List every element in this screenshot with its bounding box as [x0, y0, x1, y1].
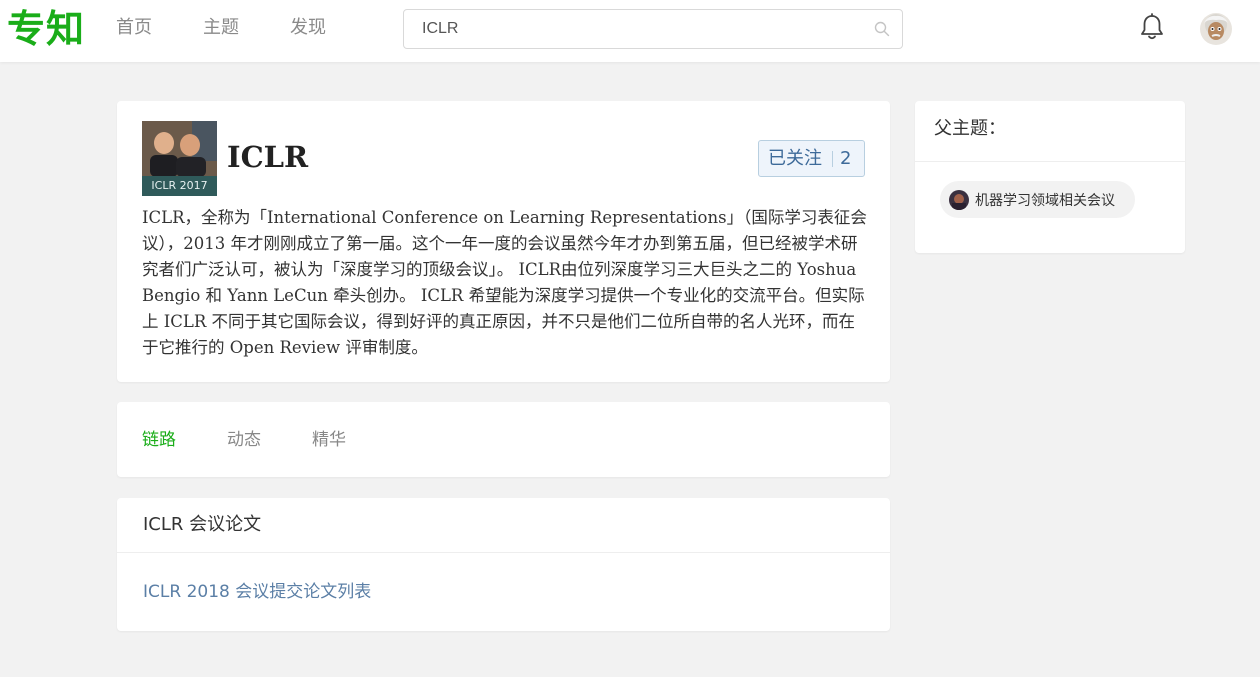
topic-thumbnail: ICLR 2017: [142, 121, 217, 196]
follow-label: 已关注: [768, 148, 822, 169]
follow-separator: [832, 150, 833, 167]
parent-topic-chip[interactable]: 机器学习领域相关会议: [940, 181, 1135, 218]
site-logo[interactable]: 专知: [7, 6, 85, 52]
parent-topic-card: 父主题： 机器学习领域相关会议: [915, 101, 1185, 253]
papers-list-link[interactable]: ICLR 2018 会议提交论文列表: [143, 580, 371, 604]
search-icon[interactable]: [874, 21, 890, 37]
tabs-card: 链路 动态 精华: [117, 402, 890, 477]
search-input[interactable]: [422, 10, 862, 48]
divider: [117, 552, 890, 553]
papers-card: ICLR 会议论文 ICLR 2018 会议提交论文列表: [117, 498, 890, 631]
follow-button[interactable]: 已关注 2: [758, 140, 865, 177]
tab-links[interactable]: 链路: [142, 428, 176, 452]
top-header: 专知 首页 主题 发现: [0, 0, 1260, 62]
nav-home[interactable]: 首页: [116, 16, 152, 40]
nav-topics[interactable]: 主题: [203, 16, 239, 40]
topic-title: ICLR: [227, 140, 309, 174]
topic-description: ICLR，全称为「International Conference on Lea…: [142, 208, 867, 357]
tab-activity[interactable]: 动态: [227, 428, 261, 452]
parent-topic-avatar: [949, 189, 969, 210]
user-avatar-image: [1200, 13, 1232, 45]
tab-featured[interactable]: 精华: [312, 428, 346, 452]
divider: [915, 161, 1185, 162]
parent-topic-label: 机器学习领域相关会议: [975, 192, 1115, 209]
topic-card: ICLR 2017 ICLR 已关注 2 ICLR，全称为「Internatio…: [117, 101, 890, 382]
search-box: [403, 9, 903, 49]
papers-section-title: ICLR 会议论文: [143, 514, 262, 535]
thumb-caption: ICLR 2017: [151, 179, 207, 192]
user-avatar[interactable]: [1200, 13, 1232, 45]
follow-count: 2: [840, 148, 852, 169]
nav-discover[interactable]: 发现: [290, 16, 326, 40]
parent-topic-heading: 父主题：: [934, 118, 1006, 139]
bell-icon[interactable]: [1139, 13, 1165, 41]
